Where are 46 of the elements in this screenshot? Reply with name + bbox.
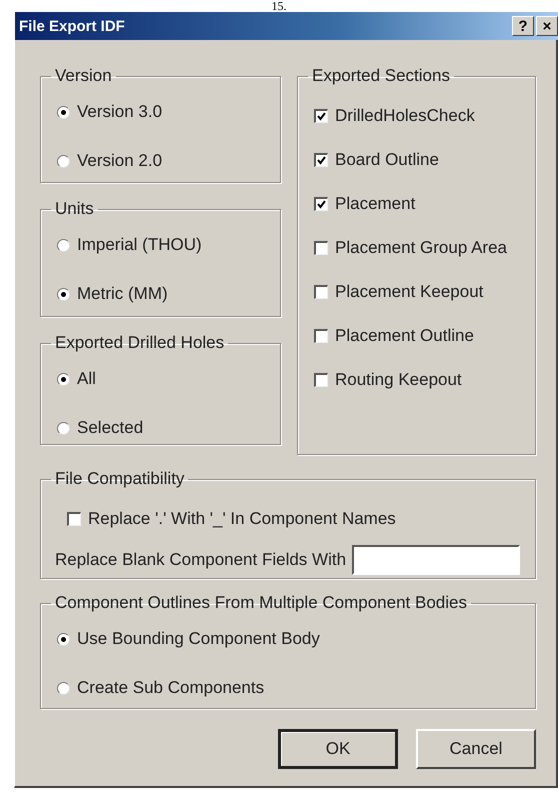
checkbox[interactable] — [67, 512, 81, 526]
radio-label: Version 3.0 — [77, 102, 162, 122]
checkbox[interactable] — [314, 109, 328, 123]
radio-label: Selected — [77, 418, 144, 438]
radio-label: Metric (MM) — [77, 284, 168, 304]
checkbox-label: Routing Keepout — [335, 370, 462, 390]
radio-button[interactable] — [57, 238, 70, 252]
radio-button[interactable] — [57, 288, 70, 300]
close-button[interactable]: × — [536, 16, 558, 36]
checkbox-label: DrilledHolesCheck — [335, 106, 475, 126]
group-title: Component Outlines From Multiple Component Bodies — [54, 593, 468, 613]
checkbox-label: Placement — [335, 194, 416, 214]
field-label: Replace Blank Component Fields With — [55, 550, 346, 570]
radio-button[interactable] — [57, 154, 70, 168]
checkbox[interactable] — [314, 285, 328, 299]
radio-button[interactable] — [57, 422, 70, 434]
checkbox[interactable] — [314, 197, 328, 211]
radio-button[interactable] — [57, 372, 70, 386]
checkbox[interactable] — [314, 153, 328, 167]
radio-label: Version 2.0 — [77, 151, 162, 171]
checkbox-label: Placement Outline — [335, 326, 474, 346]
radio-button[interactable] — [57, 632, 70, 646]
group-title: File Compatibility — [54, 469, 186, 489]
radio-button[interactable] — [57, 106, 70, 118]
radio-button[interactable] — [57, 682, 70, 694]
group-title: Exported Drilled Holes — [54, 333, 226, 353]
window-title: File Export IDF — [19, 18, 126, 34]
checkbox-label: Placement Keepout — [335, 282, 484, 302]
checkbox[interactable] — [314, 241, 328, 255]
dialog-button[interactable]: Cancel — [416, 729, 536, 769]
checkbox[interactable] — [314, 329, 328, 343]
checkbox-label: Replace '.' With '_' In Component Names — [88, 509, 396, 529]
page-number: 15. — [272, 0, 286, 12]
checkbox-label: Placement Group Area — [335, 238, 507, 258]
checkbox-label: Board Outline — [335, 150, 439, 170]
dialog-button[interactable]: OK — [278, 729, 398, 769]
radio-label: Imperial (THOU) — [77, 235, 202, 255]
radio-label: Use Bounding Component Body — [77, 629, 320, 649]
checkbox[interactable] — [314, 373, 328, 387]
radio-label: Create Sub Components — [77, 678, 264, 698]
help-button[interactable]: ? — [512, 16, 534, 36]
group-title: Units — [54, 199, 95, 219]
input-field[interactable] — [352, 545, 520, 575]
radio-label: All — [77, 369, 96, 389]
group-title: Version — [54, 66, 113, 86]
group-title: Exported Sections — [311, 66, 451, 86]
